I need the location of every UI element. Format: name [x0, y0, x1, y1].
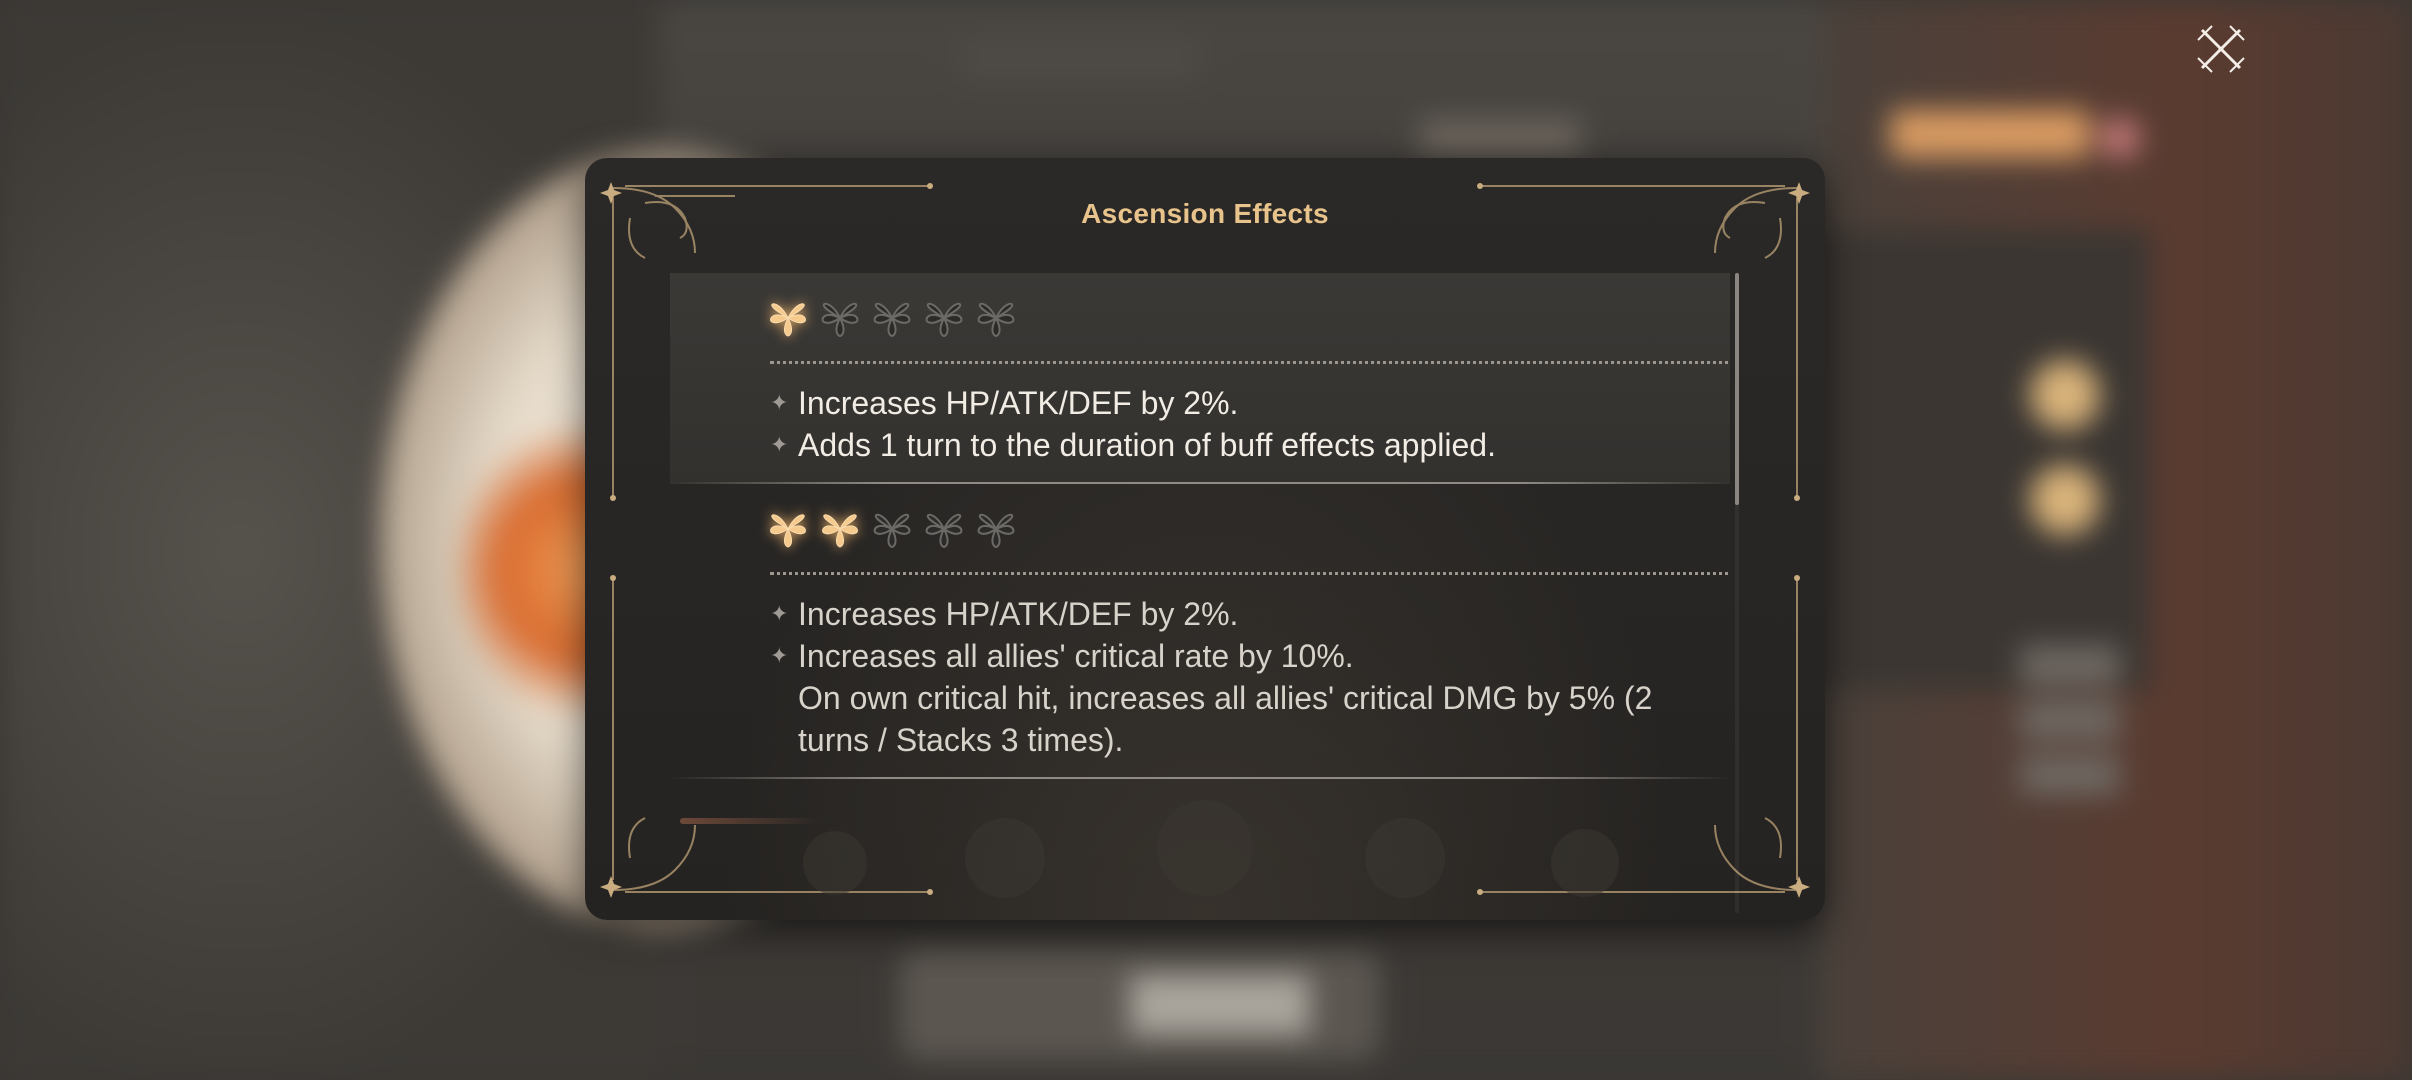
star-empty-icon [870, 296, 914, 340]
effect-line: ✦ Increases HP/ATK/DEF by 2%. [770, 593, 1730, 635]
ascension-effects-dialog: Ascension Effects ✦ Increases HP/ATK/DEF… [585, 158, 1825, 920]
effect-line: ✦ Increases all allies' critical rate by… [770, 635, 1730, 677]
card-divider [670, 777, 1730, 779]
sparkle-bullet-icon: ✦ [770, 390, 789, 415]
effect-line-text: Adds 1 turn to the duration of buff effe… [798, 427, 1496, 463]
effect-line: ✦ Increases HP/ATK/DEF by 2%. [770, 382, 1730, 424]
effect-line: ✦ Adds 1 turn to the duration of buff ef… [770, 424, 1730, 466]
star-empty-icon [870, 507, 914, 551]
star-rating [670, 506, 1730, 552]
star-filled-icon [766, 296, 810, 340]
dialog-title: Ascension Effects [1081, 198, 1329, 229]
effect-lines: ✦ Increases HP/ATK/DEF by 2%. ✦ Adds 1 t… [670, 382, 1730, 466]
star-empty-icon [974, 296, 1018, 340]
star-filled-icon [818, 507, 862, 551]
dotted-divider [770, 572, 1730, 575]
sparkle-bullet-icon: ✦ [770, 432, 789, 457]
effect-card-2: ✦ Increases HP/ATK/DEF by 2%. ✦ Increase… [670, 484, 1730, 779]
effect-line-text: Increases all allies' critical rate by 1… [798, 638, 1354, 674]
effect-line-text: Increases HP/ATK/DEF by 2%. [798, 596, 1239, 632]
scrollbar-thumb[interactable] [1735, 273, 1739, 505]
star-empty-icon [922, 296, 966, 340]
next-card-peek [680, 818, 820, 824]
effects-list[interactable]: ✦ Increases HP/ATK/DEF by 2%. ✦ Adds 1 t… [670, 273, 1730, 913]
star-empty-icon [818, 296, 862, 340]
sparkle-bullet-icon: ✦ [770, 643, 789, 668]
effect-card-1: ✦ Increases HP/ATK/DEF by 2%. ✦ Adds 1 t… [670, 273, 1730, 484]
star-rating [670, 295, 1730, 341]
star-empty-icon [922, 507, 966, 551]
close-button[interactable] [2190, 18, 2252, 80]
effect-line: On own critical hit, increases all allie… [770, 677, 1730, 761]
dotted-divider [770, 361, 1730, 364]
sparkle-bullet-icon: ✦ [770, 601, 789, 626]
close-x-icon [2197, 25, 2245, 73]
star-empty-icon [974, 507, 1018, 551]
effect-lines: ✦ Increases HP/ATK/DEF by 2%. ✦ Increase… [670, 593, 1730, 761]
star-filled-icon [766, 507, 810, 551]
effect-line-text: On own critical hit, increases all allie… [798, 680, 1653, 758]
effect-line-text: Increases HP/ATK/DEF by 2%. [798, 385, 1239, 421]
